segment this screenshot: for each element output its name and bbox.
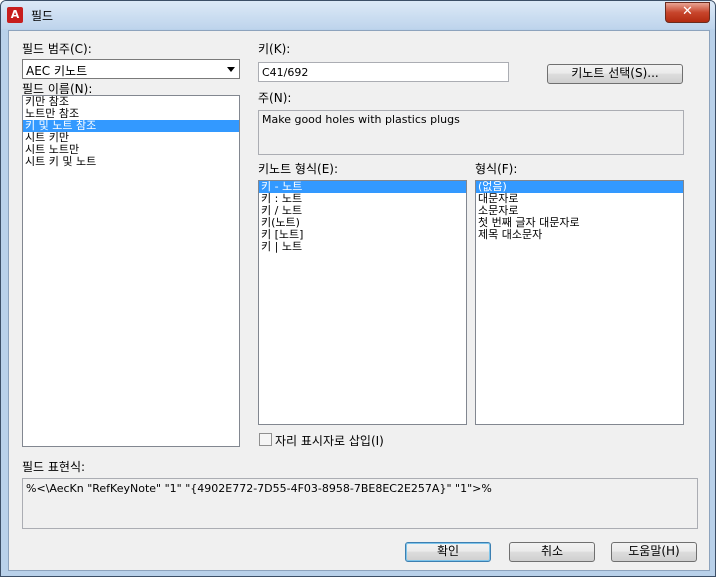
field-expression-value: %<\AecKn "RefKeyNote" "1" "{4902E772-7D5… bbox=[26, 482, 492, 495]
field-names-list[interactable]: 키만 참조 노트만 참조 키 및 노트 참조 시트 키만 시트 노트만 시트 키… bbox=[22, 95, 240, 447]
keynote-format-label: 키노트 형식(E): bbox=[258, 162, 339, 176]
list-item[interactable]: 키 | 노트 bbox=[259, 241, 466, 253]
key-input[interactable]: C41/692 bbox=[258, 62, 509, 82]
format-list[interactable]: (없음) 대문자로 소문자로 첫 번째 글자 대문자로 제목 대소문자 bbox=[475, 180, 684, 425]
window-title: 필드 bbox=[31, 9, 54, 23]
title-bar[interactable]: A 필드 ✕ bbox=[1, 1, 715, 29]
note-value: Make good holes with plastics plugs bbox=[262, 113, 460, 126]
keynote-format-list[interactable]: 키 - 노트 키 : 노트 키 / 노트 키(노트) 키 [노트] 키 | 노트 bbox=[258, 180, 467, 425]
help-button[interactable]: 도움말(H) bbox=[611, 542, 697, 562]
chevron-down-icon[interactable] bbox=[227, 67, 235, 72]
list-item[interactable]: 시트 키 및 노트 bbox=[23, 156, 239, 168]
cancel-button[interactable]: 취소 bbox=[509, 542, 595, 562]
field-category-dropdown[interactable]: AEC 키노트 bbox=[22, 59, 240, 79]
dialog-body: 필드 범주(C): AEC 키노트 필드 이름(N): 키만 참조 노트만 참조… bbox=[8, 30, 710, 571]
keynote-select-button[interactable]: 키노트 선택(S)... bbox=[547, 64, 683, 84]
format-label: 형식(F): bbox=[475, 162, 518, 176]
placeholder-checkbox[interactable] bbox=[259, 433, 272, 446]
key-label: 키(K): bbox=[258, 42, 291, 56]
note-label: 주(N): bbox=[258, 91, 292, 105]
field-category-value: AEC 키노트 bbox=[26, 64, 88, 78]
autocad-icon: A bbox=[7, 7, 23, 23]
ok-button[interactable]: 확인 bbox=[405, 542, 491, 562]
field-expression-label: 필드 표현식: bbox=[22, 460, 86, 474]
placeholder-checkbox-label[interactable]: 자리 표시자로 삽입(I) bbox=[275, 432, 384, 449]
close-button[interactable]: ✕ bbox=[665, 2, 710, 23]
field-expression-field: %<\AecKn "RefKeyNote" "1" "{4902E772-7D5… bbox=[22, 478, 698, 529]
key-value: C41/692 bbox=[262, 66, 309, 79]
field-dialog: A 필드 ✕ 필드 범주(C): AEC 키노트 필드 이름(N): 키만 참조… bbox=[0, 0, 716, 577]
list-item[interactable]: 제목 대소문자 bbox=[476, 229, 683, 241]
note-field: Make good holes with plastics plugs bbox=[258, 110, 684, 155]
field-category-label: 필드 범주(C): bbox=[22, 42, 92, 56]
